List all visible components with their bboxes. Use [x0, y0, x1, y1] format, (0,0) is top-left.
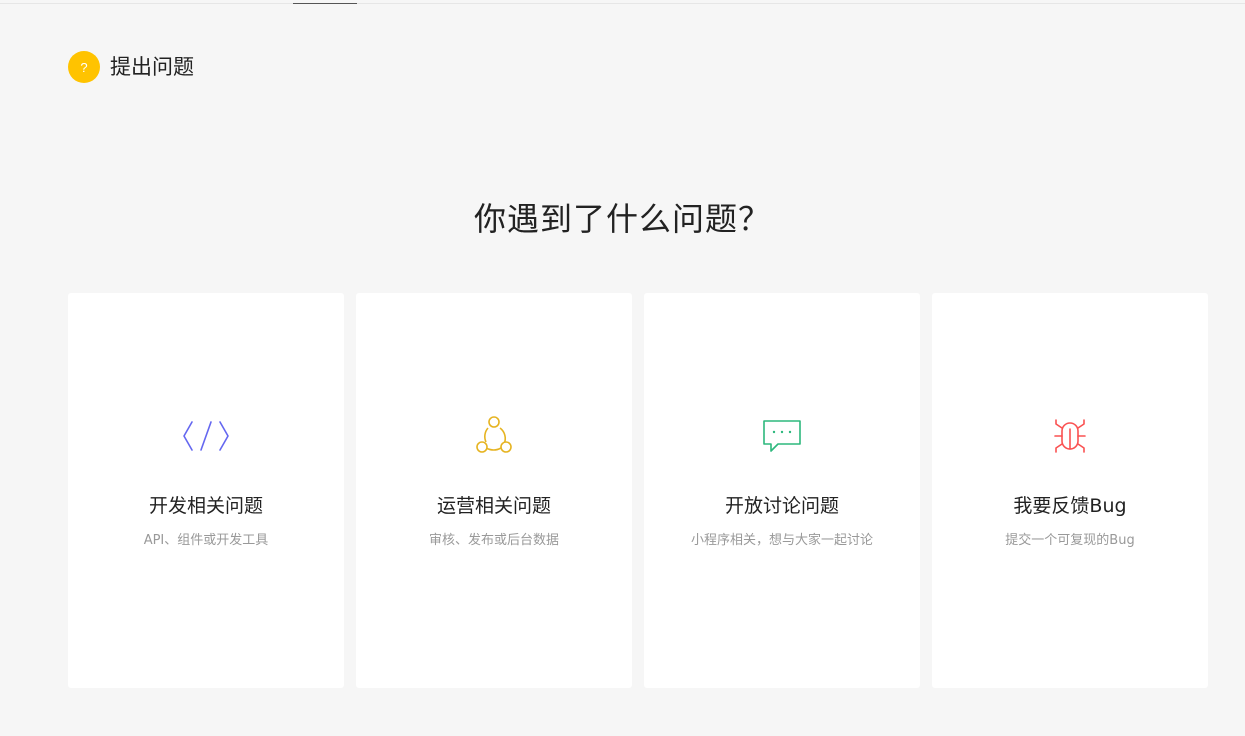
- card-description: 审核、发布或后台数据: [428, 533, 559, 548]
- card-ops-questions[interactable]: 运营相关问题 审核、发布或后台数据: [356, 293, 632, 688]
- page-title: 提出问题: [110, 55, 194, 79]
- card-dev-questions[interactable]: 开发相关问题 API、组件或开发工具: [68, 293, 344, 688]
- question-heading: 你遇到了什么问题？: [473, 200, 771, 238]
- category-cards: 开发相关问题 API、组件或开发工具 运营相关问题 审核、发布或后台数据 开放讨…: [68, 293, 1208, 688]
- card-description: 小程序相关，想与大家一起讨论: [690, 533, 873, 548]
- card-description: 提交一个可复现的Bug: [1005, 533, 1135, 548]
- card-open-discussion[interactable]: 开放讨论问题 小程序相关，想与大家一起讨论: [644, 293, 920, 688]
- card-title: 开发相关问题: [148, 495, 263, 517]
- top-nav-border: [0, 0, 1245, 4]
- question-mark-icon: ?: [68, 51, 100, 83]
- card-title: 运营相关问题: [436, 495, 551, 517]
- page-header: ? 提出问题: [68, 51, 194, 83]
- card-report-bug[interactable]: 我要反馈Bug 提交一个可复现的Bug: [932, 293, 1208, 688]
- code-icon: [68, 413, 344, 459]
- card-description: API、组件或开发工具: [143, 533, 269, 548]
- share-nodes-icon: [356, 413, 632, 459]
- active-tab-indicator: [293, 0, 357, 4]
- card-title: 开放讨论问题: [724, 495, 839, 517]
- chat-bubble-icon: [644, 413, 920, 459]
- card-title: 我要反馈Bug: [1013, 495, 1127, 517]
- bug-icon: [932, 413, 1208, 459]
